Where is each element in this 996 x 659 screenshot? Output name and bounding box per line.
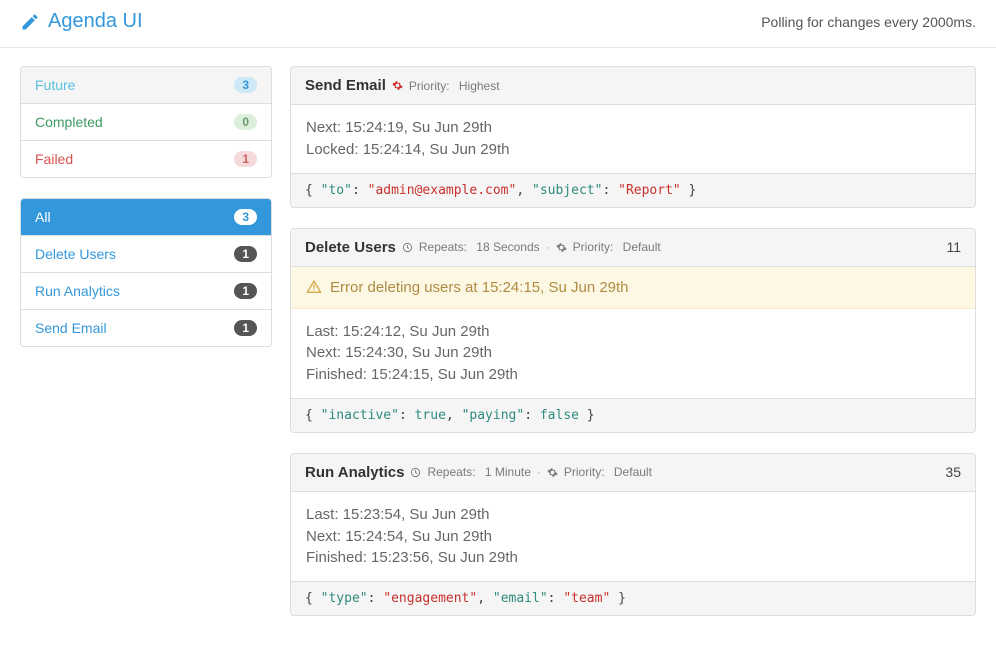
job-count: 35 <box>945 464 961 480</box>
filter-future[interactable]: Future 3 <box>21 67 271 104</box>
filter-label: Completed <box>35 114 103 130</box>
warning-icon <box>306 279 322 295</box>
time-label: Next: <box>306 344 341 361</box>
job-name: Delete Users <box>305 239 396 256</box>
filter-count-badge: 1 <box>234 320 257 336</box>
gear-icon <box>547 467 558 478</box>
filter-completed[interactable]: Completed 0 <box>21 104 271 141</box>
job-name: Run Analytics <box>305 464 404 481</box>
brand-link[interactable]: Agenda UI <box>20 10 143 33</box>
sidebar: Future 3 Completed 0 Failed 1 All 3 Dele… <box>20 66 272 636</box>
job-header[interactable]: Send Email Priority: Highest <box>291 67 975 105</box>
job-payload: { "to": "admin@example.com", "subject": … <box>291 173 975 207</box>
gear-icon <box>556 242 567 253</box>
job-panel: Run Analytics Repeats: 1 Minute · Priori… <box>290 453 976 616</box>
time-label: Next: <box>306 119 341 136</box>
filter-run-analytics[interactable]: Run Analytics 1 <box>21 273 271 310</box>
status-filter-list: Future 3 Completed 0 Failed 1 <box>20 66 272 178</box>
time-value: 15:24:54, Su Jun 29th <box>345 528 492 545</box>
poll-status: Polling for changes every 2000ms. <box>761 14 976 30</box>
time-value: 15:23:56, Su Jun 29th <box>371 549 518 566</box>
job-payload: { "inactive": true, "paying": false } <box>291 398 975 432</box>
job-times: Next: 15:24:19, Su Jun 29th Locked: 15:2… <box>291 105 975 173</box>
job-filter-list: All 3 Delete Users 1 Run Analytics 1 Sen… <box>20 198 272 347</box>
filter-label: Send Email <box>35 320 107 336</box>
time-label: Next: <box>306 528 341 545</box>
filter-count-badge: 3 <box>234 209 257 225</box>
filter-label: Run Analytics <box>35 283 120 299</box>
priority-meta: Priority: Default <box>564 465 652 479</box>
filter-count-badge: 1 <box>234 151 257 167</box>
job-times: Last: 15:24:12, Su Jun 29th Next: 15:24:… <box>291 309 975 398</box>
time-label: Finished: <box>306 366 367 383</box>
job-error: Error deleting users at 15:24:15, Su Jun… <box>291 267 975 309</box>
filter-failed[interactable]: Failed 1 <box>21 141 271 177</box>
job-name: Send Email <box>305 77 386 94</box>
clock-icon <box>402 242 413 253</box>
filter-count-badge: 1 <box>234 246 257 262</box>
navbar: Agenda UI Polling for changes every 2000… <box>0 0 996 48</box>
job-header[interactable]: Run Analytics Repeats: 1 Minute · Priori… <box>291 454 975 492</box>
time-label: Last: <box>306 506 339 523</box>
job-times: Last: 15:23:54, Su Jun 29th Next: 15:24:… <box>291 492 975 581</box>
priority-meta: Priority: Default <box>573 240 661 254</box>
filter-delete-users[interactable]: Delete Users 1 <box>21 236 271 273</box>
job-panel: Delete Users Repeats: 18 Seconds · Prior… <box>290 228 976 433</box>
job-header[interactable]: Delete Users Repeats: 18 Seconds · Prior… <box>291 229 975 267</box>
error-text: Error deleting users at 15:24:15, Su Jun… <box>330 279 629 296</box>
filter-count-badge: 1 <box>234 283 257 299</box>
filter-send-email[interactable]: Send Email 1 <box>21 310 271 346</box>
filter-label: Delete Users <box>35 246 116 262</box>
time-value: 15:23:54, Su Jun 29th <box>343 506 490 523</box>
time-value: 15:24:14, Su Jun 29th <box>363 141 510 158</box>
time-label: Last: <box>306 323 339 340</box>
filter-count-badge: 3 <box>234 77 257 93</box>
pencil-icon <box>20 12 40 32</box>
filter-label: All <box>35 209 51 225</box>
clock-icon <box>410 467 421 478</box>
filter-all[interactable]: All 3 <box>21 199 271 236</box>
time-label: Locked: <box>306 141 359 158</box>
time-value: 15:24:15, Su Jun 29th <box>371 366 518 383</box>
job-list: Send Email Priority: Highest Next: 15:24… <box>290 66 976 636</box>
repeats-meta: Repeats: 18 Seconds <box>419 240 540 254</box>
repeats-meta: Repeats: 1 Minute <box>427 465 530 479</box>
job-count: 11 <box>946 239 961 255</box>
time-value: 15:24:30, Su Jun 29th <box>345 344 492 361</box>
filter-count-badge: 0 <box>234 114 257 130</box>
filter-label: Failed <box>35 151 73 167</box>
layout-container: Future 3 Completed 0 Failed 1 All 3 Dele… <box>0 48 996 654</box>
job-panel: Send Email Priority: Highest Next: 15:24… <box>290 66 976 208</box>
filter-label: Future <box>35 77 75 93</box>
gear-icon <box>392 80 403 91</box>
brand-text: Agenda UI <box>48 10 143 33</box>
time-value: 15:24:12, Su Jun 29th <box>343 323 490 340</box>
job-payload: { "type": "engagement", "email": "team" … <box>291 581 975 615</box>
time-label: Finished: <box>306 549 367 566</box>
priority-meta: Priority: Highest <box>409 79 500 93</box>
time-value: 15:24:19, Su Jun 29th <box>345 119 492 136</box>
